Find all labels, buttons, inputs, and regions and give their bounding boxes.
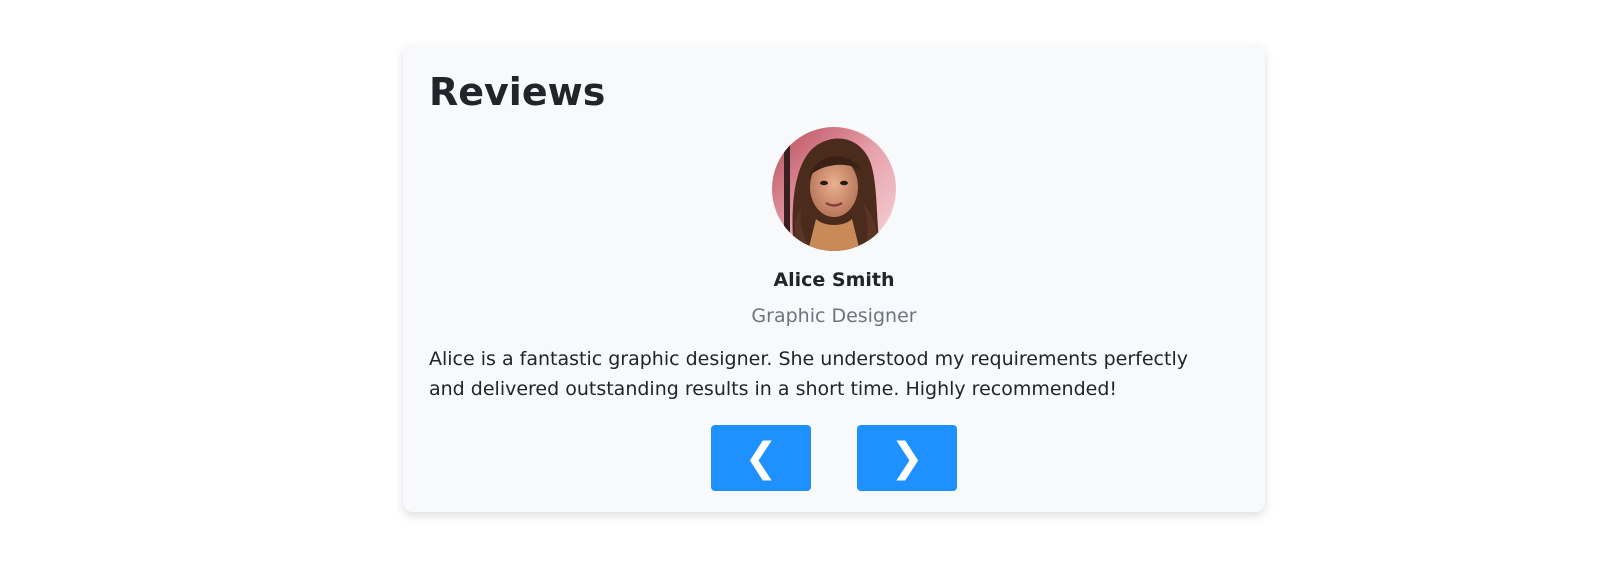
section-title: Reviews <box>429 70 606 114</box>
next-review-button[interactable]: ❯ <box>857 425 957 491</box>
reviewer-name: Alice Smith <box>773 269 895 291</box>
review-text: Alice is a fantastic graphic designer. S… <box>429 348 1188 400</box>
chevron-left-icon: ❮ <box>744 435 778 481</box>
reviews-card: Reviews Alice Smith Graphic Designer Ali… <box>403 44 1265 512</box>
previous-review-button[interactable]: ❮ <box>711 425 811 491</box>
chevron-right-icon: ❯ <box>890 435 924 481</box>
reviewer-role: Graphic Designer <box>751 305 917 327</box>
avatar-photo <box>772 127 896 251</box>
avatar <box>772 127 896 251</box>
